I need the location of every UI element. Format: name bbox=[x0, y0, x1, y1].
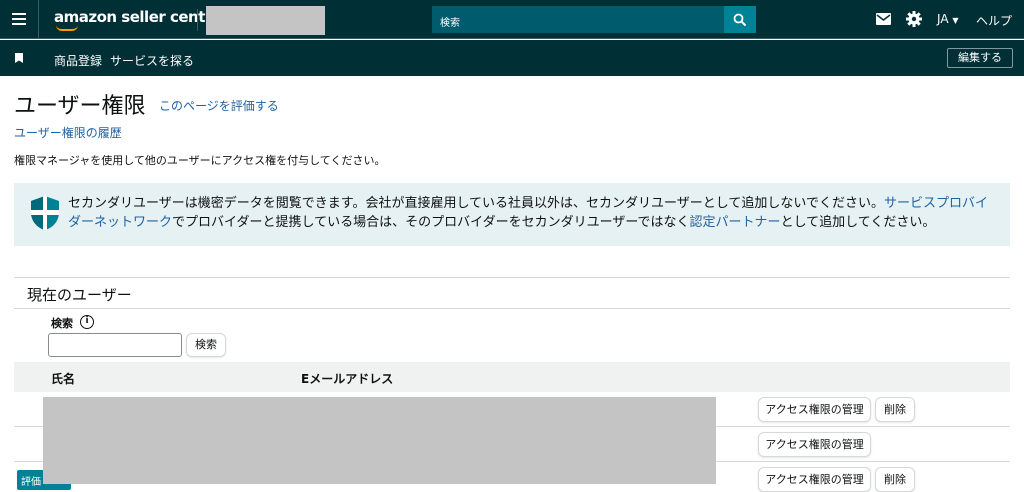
notice-text: でプロバイダーと提携している場合は、そのプロバイダーをセカンダリユーザーではなく bbox=[172, 215, 690, 230]
info-icon[interactable]: i bbox=[80, 315, 94, 329]
column-name: 氏名 bbox=[51, 372, 76, 386]
amazon-seller-central-logo[interactable]: amazon seller central bbox=[54, 8, 227, 31]
table-header: 氏名 Eメールアドレス bbox=[14, 362, 1010, 392]
mail-icon[interactable] bbox=[876, 13, 891, 28]
user-search-input[interactable] bbox=[48, 333, 182, 357]
help-link[interactable]: ヘルプ bbox=[976, 12, 1012, 29]
shield-icon bbox=[31, 196, 59, 230]
section-title: 現在のユーザー bbox=[27, 286, 132, 304]
search-label: 検索 bbox=[51, 317, 73, 330]
nav-item-listing[interactable]: 商品登録 bbox=[54, 52, 102, 69]
hamburger-menu-icon[interactable] bbox=[12, 11, 26, 27]
search-button[interactable] bbox=[724, 6, 756, 33]
redacted-store-name bbox=[206, 6, 325, 35]
divider bbox=[38, 0, 39, 39]
page-title: ユーザー権限 bbox=[14, 94, 146, 119]
manage-access-button[interactable]: アクセス権限の管理 bbox=[758, 432, 871, 457]
gear-icon[interactable] bbox=[906, 11, 922, 30]
delete-button[interactable]: 削除 bbox=[875, 467, 915, 492]
security-notice: セカンダリユーザーは機密データを閲覧できます。会社が直接雇用している社員以外は、… bbox=[14, 183, 1010, 246]
manage-access-button[interactable]: アクセス権限の管理 bbox=[758, 467, 871, 492]
nav-item-explore-services[interactable]: サービスを探る bbox=[110, 52, 194, 69]
notice-text: として追加してください。 bbox=[780, 215, 936, 230]
divider bbox=[14, 277, 1010, 278]
caret-down-icon: ▼ bbox=[952, 16, 959, 25]
manage-access-button[interactable]: アクセス権限の管理 bbox=[758, 397, 871, 422]
edit-button[interactable]: 編集する bbox=[947, 48, 1013, 68]
notice-text: セカンダリユーザーは機密データを閲覧できます。会社が直接雇用している社員以外は、… bbox=[68, 196, 885, 211]
divider bbox=[197, 9, 198, 31]
delete-button[interactable]: 削除 bbox=[875, 397, 915, 422]
permission-history-link[interactable]: ユーザー権限の履歴 bbox=[14, 124, 122, 141]
search-icon bbox=[733, 13, 747, 26]
language-selector[interactable]: JA ▼ bbox=[937, 12, 959, 26]
user-search-button[interactable]: 検索 bbox=[186, 333, 226, 357]
column-email: Eメールアドレス bbox=[301, 372, 394, 386]
redacted-user-list bbox=[43, 397, 716, 484]
page-description: 権限マネージャを使用して他のユーザーにアクセス権を付与してください。 bbox=[14, 154, 386, 167]
rate-page-link[interactable]: このページを評価する bbox=[159, 97, 279, 114]
search-input[interactable]: 検索 bbox=[432, 6, 724, 33]
certified-partner-link[interactable]: 認定パートナー bbox=[690, 215, 781, 230]
divider bbox=[14, 308, 1010, 309]
